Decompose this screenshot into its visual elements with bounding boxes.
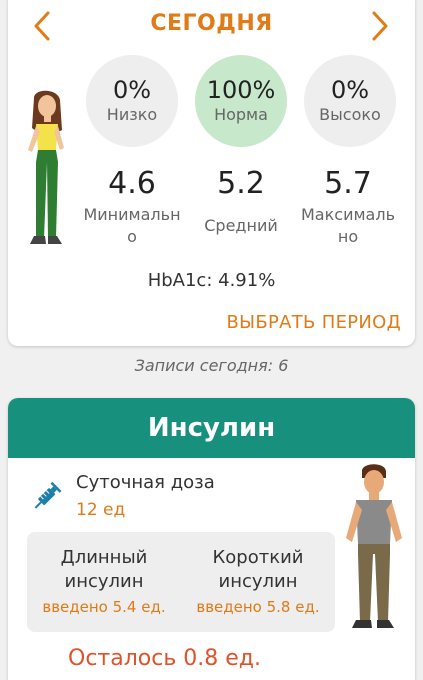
high-level-indicator: 0% Высоко bbox=[304, 55, 396, 147]
min-value: 4.6 bbox=[108, 166, 156, 201]
max-value: 5.7 bbox=[324, 166, 372, 201]
min-stat: 4.6 Минимально bbox=[82, 166, 182, 248]
low-level-indicator: 0% Низко bbox=[86, 55, 178, 147]
long-insulin-label: Длинный инсулин bbox=[60, 547, 148, 592]
choose-period-button[interactable]: ВЫБРАТЬ ПЕРИОД bbox=[227, 312, 401, 333]
daily-dose-label: Суточная доза bbox=[76, 472, 215, 493]
chevron-right-icon bbox=[372, 11, 388, 41]
max-label: Максимально bbox=[301, 205, 395, 246]
high-percent: 0% bbox=[330, 76, 370, 104]
insulin-title: Инсулин bbox=[8, 398, 415, 458]
short-insulin-label: Короткий инсулин bbox=[212, 547, 304, 592]
high-label: Высоко bbox=[319, 105, 381, 124]
min-label: Минимально bbox=[83, 205, 181, 246]
next-day-button[interactable] bbox=[360, 4, 400, 48]
normal-label: Норма bbox=[214, 105, 268, 124]
woman-illustration bbox=[28, 90, 64, 244]
man-illustration bbox=[346, 464, 402, 628]
avg-value: 5.2 bbox=[217, 166, 265, 201]
remaining-dose: Осталось 0.8 ед. bbox=[68, 646, 262, 671]
long-insulin-given: введено 5.4 ед. bbox=[42, 598, 166, 616]
avg-stat: 5.2 Средний bbox=[191, 166, 291, 237]
low-percent: 0% bbox=[112, 76, 152, 104]
hba1c-value: HbA1c: 4.91% bbox=[147, 270, 276, 291]
avg-label: Средний bbox=[204, 216, 278, 235]
records-today: Записи сегодня: 6 bbox=[134, 356, 289, 375]
dose-breakdown: Длинный инсулин введено 5.4 ед. Короткий… bbox=[27, 532, 335, 632]
low-label: Низко bbox=[106, 105, 158, 124]
normal-level-indicator: 100% Норма bbox=[195, 55, 287, 147]
insulin-card: Инсулин Суточная доза 12 ед Длинный инсу… bbox=[8, 398, 415, 680]
daily-dose-value: 12 ед bbox=[76, 500, 126, 520]
normal-percent: 100% bbox=[206, 76, 276, 104]
short-insulin-given: введено 5.8 ед. bbox=[196, 598, 320, 616]
short-insulin: Короткий инсулин введено 5.8 ед. bbox=[181, 546, 335, 616]
syringe-icon bbox=[34, 481, 62, 509]
long-insulin: Длинный инсулин введено 5.4 ед. bbox=[27, 546, 181, 616]
max-stat: 5.7 Максимально bbox=[298, 166, 398, 248]
